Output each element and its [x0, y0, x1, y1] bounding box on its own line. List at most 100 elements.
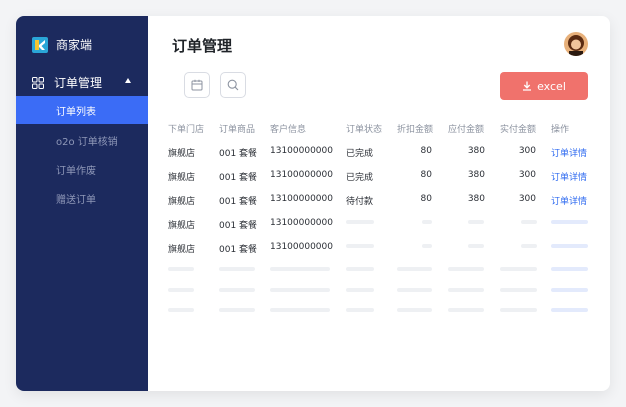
sidebar-item-o2o-verify[interactable]: o2o 订单核销	[16, 126, 148, 154]
skeleton-placeholder	[551, 288, 588, 292]
cell-payable: 380	[467, 170, 485, 180]
skeleton-placeholder	[346, 267, 374, 271]
cell-paid: 300	[518, 194, 536, 204]
skeleton-placeholder	[500, 308, 537, 312]
grid-icon	[32, 77, 44, 89]
skeleton-placeholder	[551, 244, 588, 248]
search-icon	[227, 79, 239, 91]
cell-product: 001 套餐	[219, 221, 258, 231]
column-header-store: 下单门店	[168, 125, 205, 135]
skeleton-placeholder	[422, 244, 432, 248]
skeleton-placeholder	[551, 220, 588, 224]
column-header-status: 订单状态	[346, 125, 383, 135]
download-icon	[523, 81, 532, 91]
skeleton-placeholder	[346, 220, 374, 224]
skeleton-placeholder	[448, 267, 484, 271]
cell-store: 旗舰店	[168, 245, 196, 255]
app-window: 商家端 订单管理 订单列表 o2o 订单核销 订单作废 赠送订单 订单管理 ex…	[16, 16, 610, 391]
skeleton-placeholder	[168, 308, 194, 312]
cell-status: 已完成	[346, 149, 374, 159]
cell-payable: 380	[467, 146, 485, 156]
cell-discount: 80	[420, 170, 432, 180]
skeleton-placeholder	[500, 267, 537, 271]
cell-paid: 300	[518, 146, 536, 156]
sidebar-item-order-void[interactable]: 订单作废	[16, 155, 148, 183]
cell-payable: 380	[467, 194, 485, 204]
caret-up-icon	[125, 78, 131, 83]
skeleton-placeholder	[219, 288, 255, 292]
skeleton-placeholder	[346, 308, 374, 312]
skeleton-placeholder	[168, 288, 194, 292]
order-detail-link[interactable]: 订单详情	[551, 170, 587, 183]
skeleton-placeholder	[448, 308, 484, 312]
cell-customer: 13100000000	[270, 170, 333, 180]
skeleton-placeholder	[346, 244, 374, 248]
cell-discount: 80	[420, 146, 432, 156]
order-detail-link[interactable]: 订单详情	[551, 194, 587, 207]
skeleton-placeholder	[270, 308, 330, 312]
skeleton-placeholder	[521, 220, 537, 224]
cell-status: 待付款	[346, 197, 374, 207]
skeleton-placeholder	[270, 288, 330, 292]
sidebar-item-label: 订单作废	[56, 165, 96, 177]
calendar-button[interactable]	[184, 72, 210, 98]
sidebar-item-label: 订单列表	[56, 106, 96, 118]
calendar-icon	[191, 79, 203, 91]
skeleton-placeholder	[448, 288, 484, 292]
sidebar-item-label: 赠送订单	[56, 194, 96, 206]
cell-customer: 13100000000	[270, 194, 333, 204]
cell-store: 旗舰店	[168, 173, 196, 183]
skeleton-placeholder	[551, 308, 588, 312]
column-header-customer: 客户信息	[270, 125, 307, 135]
cell-product: 001 套餐	[219, 149, 258, 159]
export-button-label: excel	[537, 79, 566, 93]
cell-customer: 13100000000	[270, 218, 333, 228]
sidebar-item-order-list[interactable]: 订单列表	[16, 96, 148, 124]
sidebar-group-label: 订单管理	[54, 76, 103, 90]
order-detail-link[interactable]: 订单详情	[551, 146, 587, 159]
brand-logo-icon	[32, 37, 48, 53]
skeleton-placeholder	[397, 288, 432, 292]
brand-name: 商家端	[56, 38, 93, 52]
skeleton-placeholder	[521, 244, 537, 248]
skeleton-placeholder	[468, 244, 484, 248]
skeleton-placeholder	[168, 267, 194, 271]
sidebar-item-gift-order[interactable]: 赠送订单	[16, 184, 148, 212]
skeleton-placeholder	[500, 288, 537, 292]
skeleton-placeholder	[270, 267, 330, 271]
column-header-product: 订单商品	[219, 125, 256, 135]
cell-product: 001 套餐	[219, 197, 258, 207]
brand: 商家端	[32, 36, 92, 54]
cell-paid: 300	[518, 170, 536, 180]
cell-product: 001 套餐	[219, 173, 258, 183]
cell-store: 旗舰店	[168, 197, 196, 207]
skeleton-placeholder	[397, 267, 432, 271]
sidebar-item-label: o2o 订单核销	[56, 136, 118, 148]
cell-product: 001 套餐	[219, 245, 258, 255]
cell-customer: 13100000000	[270, 242, 333, 252]
avatar[interactable]	[564, 32, 588, 56]
skeleton-placeholder	[397, 308, 432, 312]
sidebar: 商家端 订单管理 订单列表 o2o 订单核销 订单作废 赠送订单	[16, 16, 148, 391]
main-content: 订单管理 excel 下单门店 订单商品 客户信息 订单状态 折扣金额 应付金额…	[148, 16, 610, 391]
cell-store: 旗舰店	[168, 221, 196, 231]
cell-store: 旗舰店	[168, 149, 196, 159]
skeleton-placeholder	[346, 288, 374, 292]
column-header-paid: 实付金额	[500, 125, 537, 135]
column-header-payable: 应付金额	[448, 125, 485, 135]
skeleton-placeholder	[422, 220, 432, 224]
skeleton-placeholder	[468, 220, 484, 224]
export-excel-button[interactable]: excel	[500, 72, 588, 100]
cell-status: 已完成	[346, 173, 374, 183]
cell-discount: 80	[420, 194, 432, 204]
column-header-discount: 折扣金额	[397, 125, 434, 135]
search-button[interactable]	[220, 72, 246, 98]
avatar-image	[564, 32, 588, 56]
skeleton-placeholder	[219, 267, 255, 271]
column-header-action: 操作	[551, 125, 570, 135]
page-title: 订单管理	[172, 37, 233, 55]
cell-customer: 13100000000	[270, 146, 333, 156]
sidebar-group-order-management[interactable]: 订单管理	[16, 72, 148, 94]
skeleton-placeholder	[551, 267, 588, 271]
skeleton-placeholder	[219, 308, 255, 312]
